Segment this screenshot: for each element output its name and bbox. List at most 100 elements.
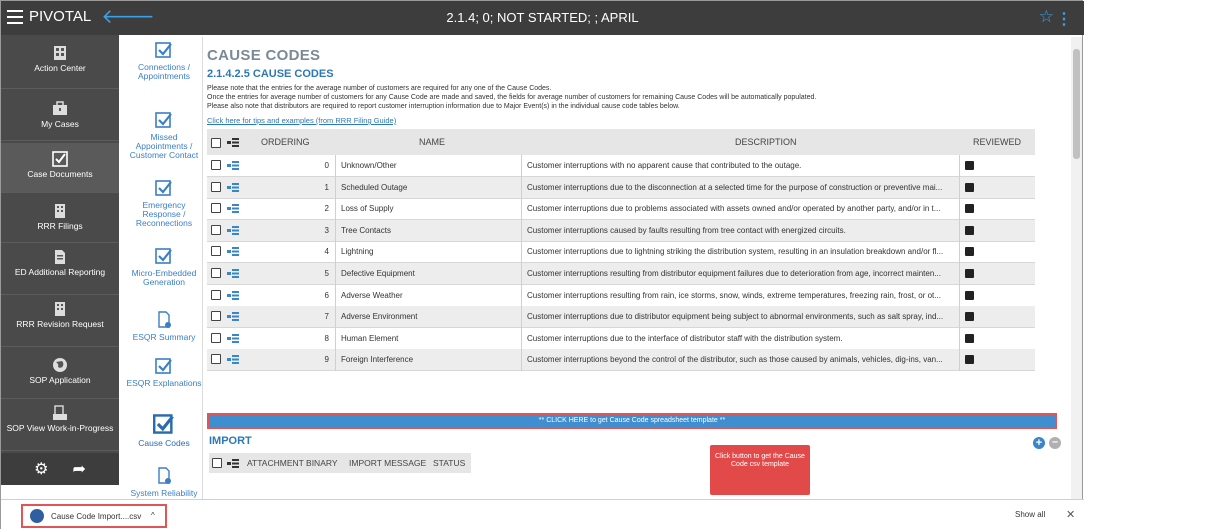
expand-rows-icon[interactable] xyxy=(227,138,239,147)
column-name[interactable]: NAME xyxy=(419,137,445,147)
section-emergency-response[interactable]: Emergency Response / Reconnections xyxy=(125,179,202,228)
kebab-menu-icon[interactable]: ⋮ xyxy=(1056,9,1072,29)
column-reviewed[interactable]: REVIEWED xyxy=(973,137,1021,147)
template-download-button[interactable]: ** CLICK HERE to get Cause Code spreadsh… xyxy=(207,413,1057,429)
row-checkbox[interactable] xyxy=(211,224,221,235)
download-item[interactable]: Cause Code Import....csv ^ xyxy=(21,504,167,528)
rail-footer: ⚙ ➦ xyxy=(1,453,119,485)
scrollbar-thumb[interactable] xyxy=(1073,49,1080,159)
section-system-reliability[interactable]: System Reliability xyxy=(125,467,202,498)
open-row-icon[interactable] xyxy=(227,333,239,343)
table-row[interactable]: 2 Loss of Supply Customer interruptions du… xyxy=(207,198,1035,221)
table-row[interactable]: 1 Scheduled Outage Customer interruptions … xyxy=(207,176,1035,199)
row-checkbox[interactable] xyxy=(211,332,221,343)
add-icon[interactable]: + xyxy=(1033,437,1045,449)
cell-divider xyxy=(335,219,336,242)
cell-ordering: 3 xyxy=(324,225,329,235)
cell-name: Loss of Supply xyxy=(341,204,394,214)
rail-item-action-center[interactable]: Action Center xyxy=(1,39,119,89)
cell-name: Adverse Environment xyxy=(341,312,418,322)
rail-label: My Cases xyxy=(41,119,79,129)
rail-item-my-cases[interactable]: My Cases xyxy=(1,91,119,141)
row-checkbox[interactable] xyxy=(211,246,221,257)
reviewed-checkbox[interactable] xyxy=(965,312,974,322)
rail-label: SOP View Work-in-Progress xyxy=(6,423,114,433)
reviewed-checkbox[interactable] xyxy=(965,355,974,365)
cell-ordering: 6 xyxy=(324,290,329,300)
open-row-icon[interactable] xyxy=(227,225,239,235)
column-description[interactable]: DESCRIPTION xyxy=(735,137,797,147)
row-checkbox[interactable] xyxy=(211,203,221,214)
star-icon[interactable]: ☆ xyxy=(1039,7,1054,27)
open-row-icon[interactable] xyxy=(227,247,239,257)
open-row-icon[interactable] xyxy=(227,269,239,278)
section-label: ESQR Explanations xyxy=(126,378,202,388)
row-checkbox[interactable] xyxy=(211,311,221,322)
expand-rows-icon[interactable] xyxy=(227,459,239,468)
checkbox-icon xyxy=(155,42,172,58)
table-row[interactable]: 9 Foreign Interference Customer interrupti… xyxy=(207,349,1035,372)
rail-item-case-documents[interactable]: Case Documents xyxy=(1,143,119,193)
column-ordering[interactable]: ORDERING xyxy=(261,137,310,147)
select-all-checkbox[interactable] xyxy=(211,138,221,148)
section-esqr-explanations[interactable]: ESQR Explanations xyxy=(125,357,202,388)
import-select-all-checkbox[interactable] xyxy=(212,458,222,468)
open-row-icon[interactable] xyxy=(227,204,239,214)
reviewed-checkbox[interactable] xyxy=(965,290,974,300)
rail-item-rrr-filings[interactable]: RRR Filings xyxy=(1,195,119,243)
table-row[interactable]: 8 Human Element Customer interruptions due… xyxy=(207,327,1035,350)
cell-ordering: 5 xyxy=(324,269,329,278)
row-checkbox[interactable] xyxy=(211,289,221,300)
row-checkbox[interactable] xyxy=(211,354,221,365)
row-checkbox[interactable] xyxy=(211,160,221,170)
section-micro-embedded-generation[interactable]: Micro-Embedded Generation xyxy=(125,247,202,287)
table-row[interactable]: 0 Unknown/Other Customer interruptions wit… xyxy=(207,155,1035,177)
vertical-scrollbar[interactable] xyxy=(1071,37,1082,499)
open-row-icon[interactable] xyxy=(227,355,239,365)
open-row-icon[interactable] xyxy=(227,182,239,192)
cell-divider xyxy=(959,241,960,264)
section-cause-codes[interactable]: Cause Codes xyxy=(125,413,202,448)
rail-item-rrr-revision-request[interactable]: RRR Revision Request xyxy=(1,297,119,347)
table-row[interactable]: 4 Lightning Customer interruptions due to … xyxy=(207,241,1035,264)
cell-divider xyxy=(959,349,960,372)
cell-name: Lightning xyxy=(341,247,374,257)
tips-link[interactable]: Click here for tips and examples (from R… xyxy=(207,116,396,125)
section-label: Connections / Appointments xyxy=(138,62,190,81)
table-row[interactable]: 6 Adverse Weather Customer interruptions r… xyxy=(207,284,1035,307)
rail-item-ed-additional-reporting[interactable]: ED Additional Reporting xyxy=(1,245,119,295)
table-row[interactable]: 7 Adverse Environment Customer interruptio… xyxy=(207,306,1035,329)
reviewed-checkbox[interactable] xyxy=(965,225,974,235)
row-checkbox[interactable] xyxy=(211,268,221,278)
rail-item-sop-view-wip[interactable]: SOP View Work-in-Progress xyxy=(1,401,119,451)
reviewed-checkbox[interactable] xyxy=(965,161,974,170)
column-attachment-binary[interactable]: ATTACHMENT BINARY xyxy=(247,458,338,468)
section-missed-appointments[interactable]: Missed Appointments / Customer Contact xyxy=(125,111,202,160)
rail-item-sop-application[interactable]: SOP Application xyxy=(1,349,119,399)
close-icon[interactable]: ✕ xyxy=(1066,508,1075,521)
row-checkbox[interactable] xyxy=(211,181,221,192)
reviewed-checkbox[interactable] xyxy=(965,182,974,192)
reviewed-checkbox[interactable] xyxy=(965,204,974,214)
reviewed-checkbox[interactable] xyxy=(965,269,974,278)
gear-icon[interactable]: ⚙ xyxy=(34,459,48,479)
open-row-icon[interactable] xyxy=(227,161,239,170)
cell-divider xyxy=(335,306,336,329)
column-status[interactable]: STATUS xyxy=(433,458,465,468)
reviewed-checkbox[interactable] xyxy=(965,247,974,257)
remove-icon[interactable]: – xyxy=(1049,437,1061,449)
cell-divider xyxy=(959,155,960,177)
briefcase-icon xyxy=(53,101,67,115)
reviewed-checkbox[interactable] xyxy=(965,333,974,343)
chevron-up-icon[interactable]: ^ xyxy=(151,511,155,520)
logout-icon[interactable]: ➦ xyxy=(72,459,85,479)
section-esqr-summary[interactable]: ESQR Summary xyxy=(125,311,202,342)
open-row-icon[interactable] xyxy=(227,290,239,300)
section-connections-appointments[interactable]: Connections / Appointments xyxy=(125,41,202,81)
table-row[interactable]: 3 Tree Contacts Customer interruptions cau… xyxy=(207,219,1035,242)
cell-description: Customer interruptions due to lightning … xyxy=(527,247,944,257)
table-row[interactable]: 5 Defective Equipment Customer interruptio… xyxy=(207,263,1035,285)
open-row-icon[interactable] xyxy=(227,312,239,322)
column-import-message[interactable]: IMPORT MESSAGE xyxy=(349,458,426,468)
show-all-button[interactable]: Show all xyxy=(1015,510,1045,519)
